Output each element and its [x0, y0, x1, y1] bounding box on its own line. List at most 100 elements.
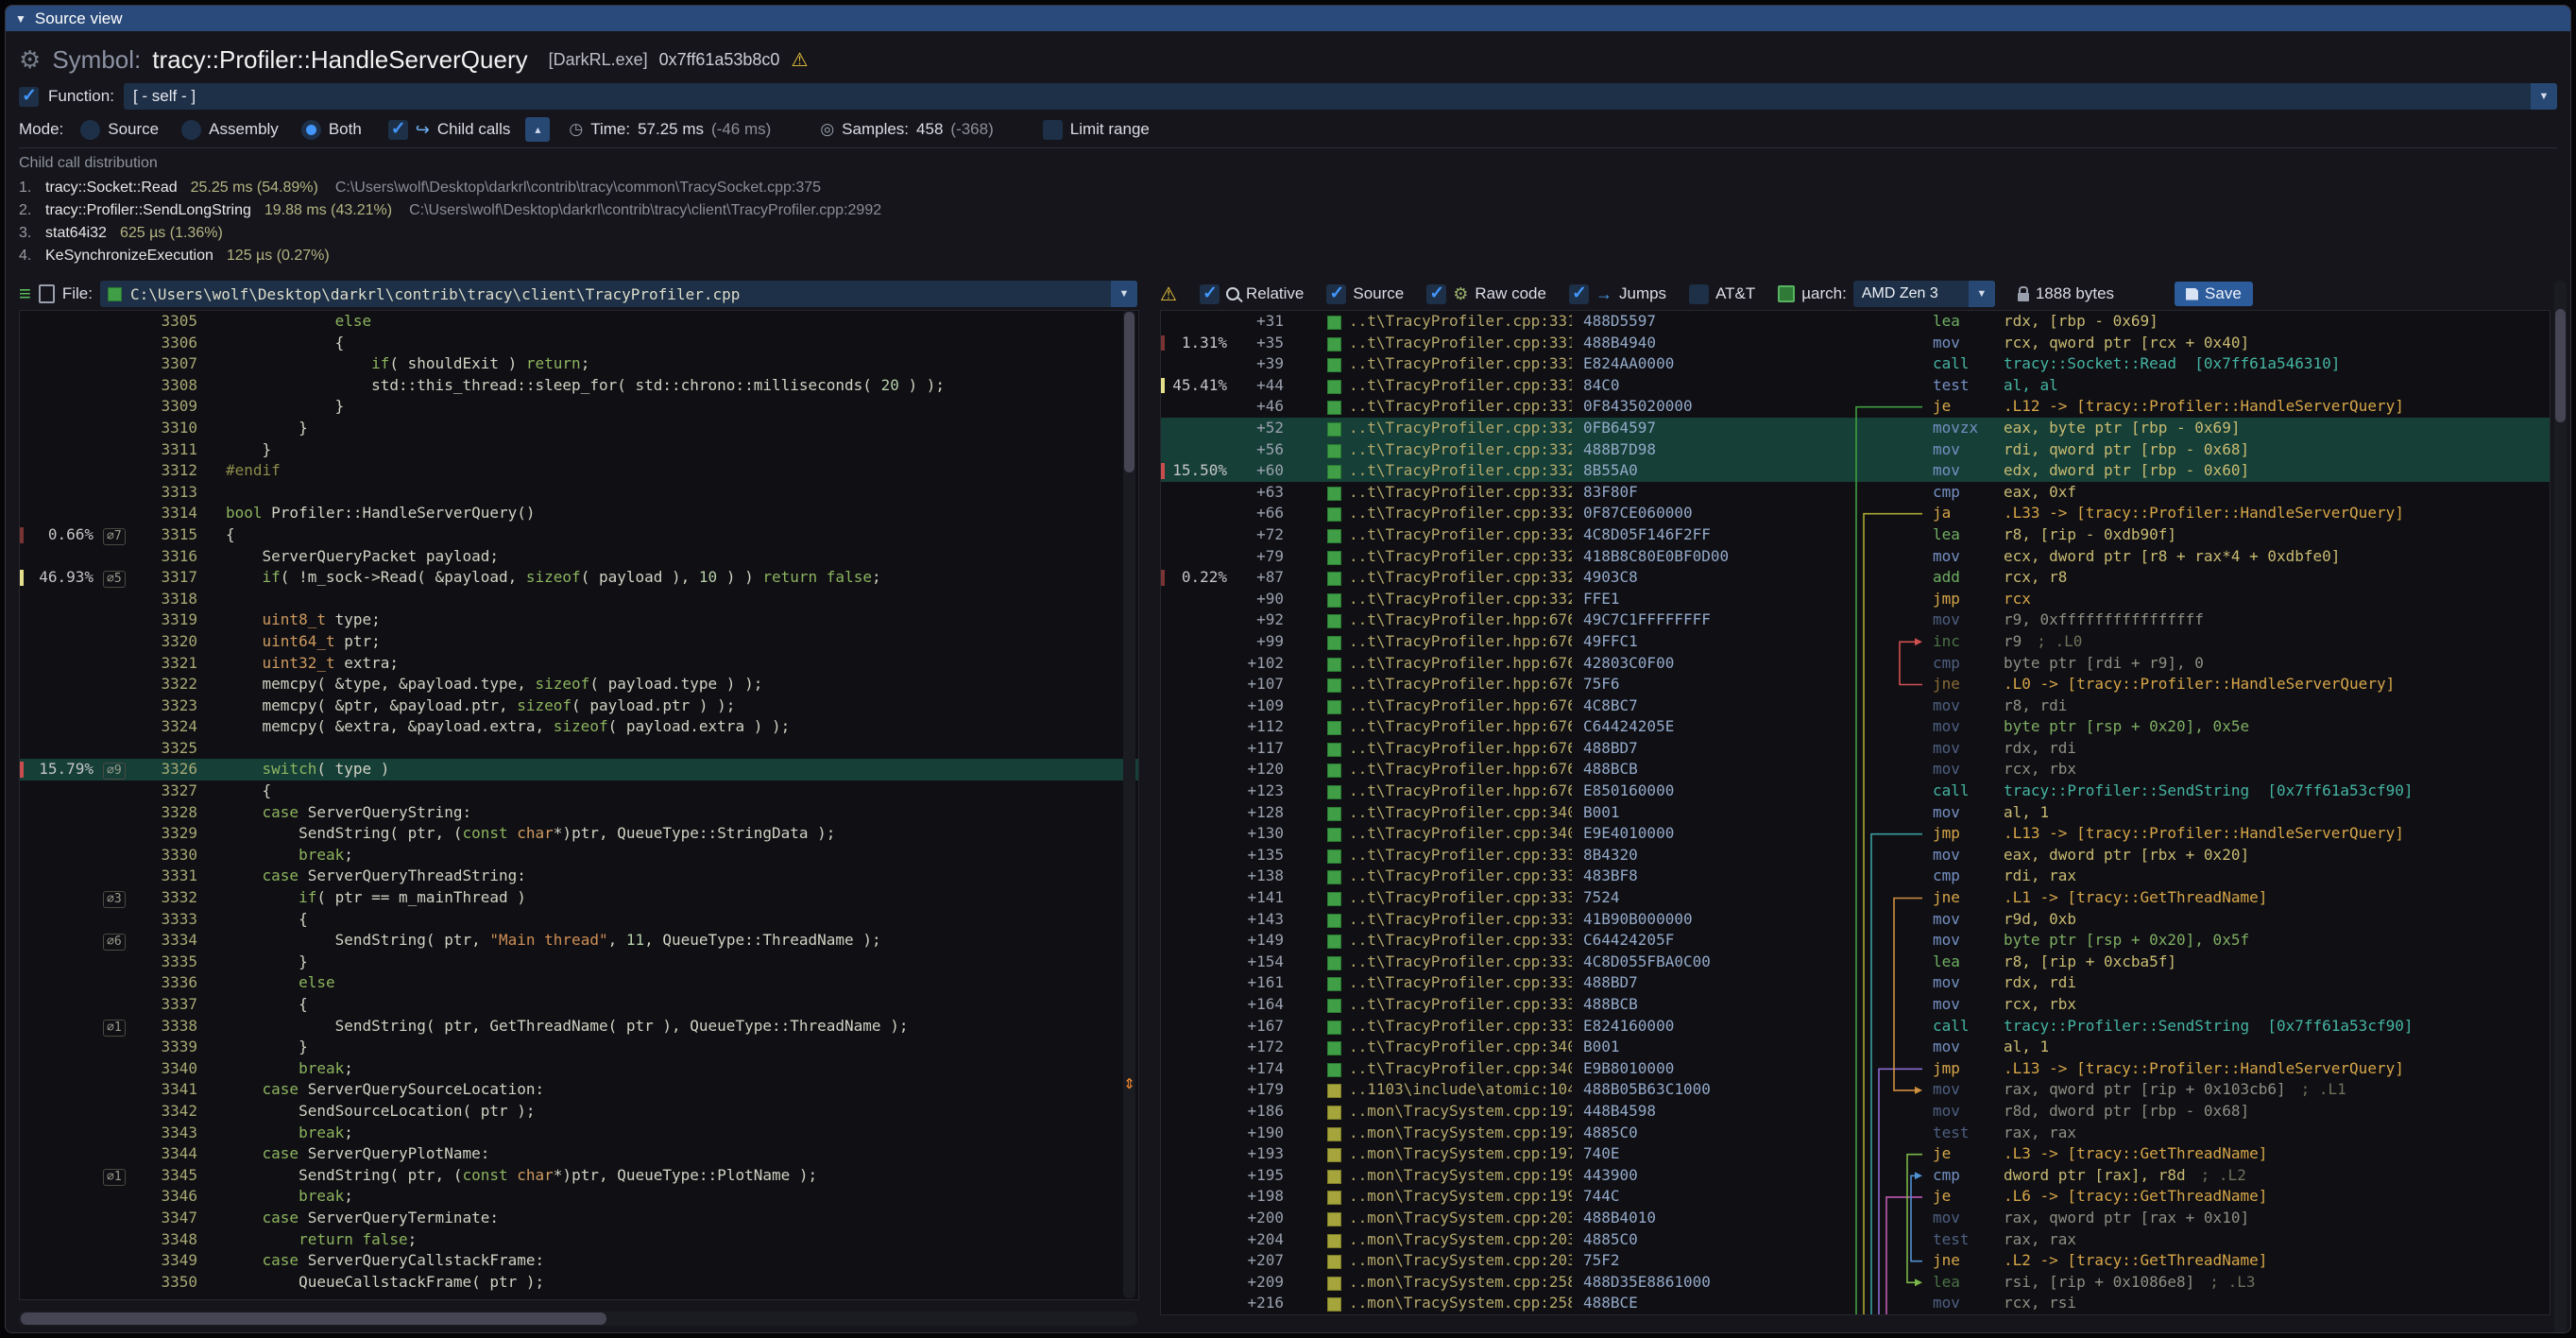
- window-titlebar[interactable]: ▼ Source view: [6, 6, 2570, 31]
- source-line-row[interactable]: 3314bool Profiler::HandleServerQuery(): [20, 503, 1138, 524]
- warning-icon: ⚠: [791, 48, 808, 72]
- asm-cost-percent: 0.22%: [1167, 567, 1227, 589]
- asm-mnemonic: lea: [1933, 1272, 2004, 1294]
- source-line-row[interactable]: 3329 SendString( ptr, (const char*)ptr, …: [20, 823, 1138, 845]
- file-combo[interactable]: C:\Users\wolf\Desktop\darkrl\contrib\tra…: [100, 281, 1137, 307]
- code-token: [226, 888, 299, 906]
- function-checkbox[interactable]: [19, 87, 39, 107]
- child-call-entry[interactable]: 1.tracy::Socket::Read25.25 ms (54.89%)C:…: [19, 177, 2557, 199]
- source-line-row[interactable]: 3309 }: [20, 396, 1138, 418]
- cost-bar: [1161, 335, 1165, 352]
- radio-both[interactable]: [301, 120, 321, 140]
- relative-checkbox[interactable]: [1200, 284, 1220, 304]
- asm-bytes: E9E4010000: [1583, 823, 1734, 845]
- chevron-down-icon[interactable]: ▼: [1111, 281, 1137, 307]
- source-vertical-scrollbar[interactable]: ⇕: [1123, 310, 1135, 1298]
- collapse-icon[interactable]: ▼: [15, 12, 26, 26]
- source-code-text: bool Profiler::HandleServerQuery(): [226, 503, 536, 524]
- source-line-row[interactable]: 3310 }: [20, 418, 1138, 439]
- scrollbar-thumb[interactable]: [2555, 309, 2566, 422]
- source-location-icon: [1327, 721, 1341, 735]
- source-line-row[interactable]: 3316 ServerQueryPacket payload;: [20, 546, 1138, 568]
- source-line-row[interactable]: 3337 {: [20, 994, 1138, 1016]
- att-checkbox[interactable]: [1689, 284, 1709, 304]
- source-line-row[interactable]: 3312#endif: [20, 460, 1138, 482]
- source-code-text: case ServerQueryPlotName:: [226, 1143, 489, 1165]
- child-call-entry[interactable]: 3.stat64i32625 µs (1.36%): [19, 222, 2557, 245]
- source-line-row[interactable]: 3342 SendSourceLocation( ptr );: [20, 1101, 1138, 1123]
- source-line-row[interactable]: 3330 break;: [20, 845, 1138, 866]
- source-line-row[interactable]: 3318: [20, 589, 1138, 610]
- source-line-row[interactable]: 3306 {: [20, 333, 1138, 354]
- source-line-row[interactable]: 3320 uint64_t ptr;: [20, 631, 1138, 653]
- source-line-row[interactable]: 15.79%⌀93326 switch( type ): [20, 759, 1138, 780]
- child-call-entry[interactable]: 2.tracy::Profiler::SendLongString19.88 m…: [19, 199, 2557, 222]
- asm-bytes: 49FFC1: [1583, 631, 1734, 653]
- line-ipc-cell: [103, 1272, 143, 1294]
- radio-assembly[interactable]: [181, 120, 201, 140]
- source-line-row[interactable]: 3307 if( shouldExit ) return;: [20, 353, 1138, 375]
- asm-offset: +216: [1227, 1293, 1284, 1314]
- source-line-row[interactable]: 3349 case ServerQueryCallstackFrame:: [20, 1250, 1138, 1272]
- function-combo[interactable]: [ - self - ] ▼: [124, 83, 2557, 110]
- limit-range-checkbox[interactable]: [1043, 120, 1063, 140]
- asm-source-location: ..t\TracyProfiler.hpp:676: [1349, 695, 1572, 717]
- source-line-row[interactable]: 3343 break;: [20, 1123, 1138, 1144]
- source-line-row[interactable]: ⌀33332 if( ptr == m_mainThread ): [20, 887, 1138, 909]
- source-line-row[interactable]: 3340 break;: [20, 1058, 1138, 1080]
- source-line-row[interactable]: 3328 case ServerQueryString:: [20, 802, 1138, 824]
- source-line-row[interactable]: 3321 uint32_t extra;: [20, 653, 1138, 675]
- child-call-entry[interactable]: 4.KeSynchronizeExecution125 µs (0.27%): [19, 245, 2557, 264]
- source-line-row[interactable]: 3327 {: [20, 780, 1138, 802]
- asm-cost-percent: [1167, 1293, 1227, 1314]
- asm-source-location: ..t\TracyProfiler.cpp:3326: [1349, 503, 1572, 524]
- source-line-row[interactable]: 3322 memcpy( &type, &payload.type, sizeo…: [20, 674, 1138, 695]
- source-line-row[interactable]: 3308 std::this_thread::sleep_for( std::c…: [20, 375, 1138, 397]
- source-line-row[interactable]: 3336 else: [20, 972, 1138, 994]
- scrollbar-thumb[interactable]: [1124, 312, 1134, 472]
- scrollbar-thumb[interactable]: [21, 1312, 606, 1325]
- chevron-down-icon[interactable]: ▼: [1969, 281, 1995, 307]
- source-line-row[interactable]: 3323 memcpy( &ptr, &payload.ptr, sizeof(…: [20, 695, 1138, 717]
- source-line-row[interactable]: 3339 }: [20, 1037, 1138, 1058]
- code-token: case: [263, 1209, 299, 1226]
- source-line-row[interactable]: ⌀13338 SendString( ptr, GetThreadName( p…: [20, 1016, 1138, 1038]
- source-line-row[interactable]: 3350 QueueCallstackFrame( ptr );: [20, 1272, 1138, 1294]
- source-line-row[interactable]: 46.93%⌀53317 if( !m_sock->Read( &payload…: [20, 567, 1138, 589]
- source-line-row[interactable]: ⌀63334 SendString( ptr, "Main thread", 1…: [20, 930, 1138, 952]
- radio-source[interactable]: [80, 120, 100, 140]
- source-line-row[interactable]: 3331 case ServerQueryThreadString:: [20, 866, 1138, 887]
- source-horizontal-scrollbar[interactable]: [19, 1312, 1137, 1326]
- source-line-row[interactable]: 3319 uint8_t type;: [20, 609, 1138, 631]
- asm-operands: rcx: [2004, 589, 2031, 610]
- source-line-row[interactable]: 3346 break;: [20, 1186, 1138, 1208]
- source-line-row[interactable]: 3341 case ServerQuerySourceLocation:: [20, 1079, 1138, 1101]
- up-arrow-button[interactable]: ▴: [525, 117, 550, 142]
- line-cost-percent: [26, 1272, 94, 1294]
- line-ipc-cell: [103, 353, 143, 375]
- source-line-row[interactable]: 3348 return false;: [20, 1229, 1138, 1251]
- source-line-row[interactable]: 3311 }: [20, 439, 1138, 461]
- save-button[interactable]: Save: [2175, 282, 2253, 306]
- source-line-row[interactable]: 3324 memcpy( &extra, &payload.extra, siz…: [20, 716, 1138, 738]
- source-line-row[interactable]: 3313: [20, 482, 1138, 504]
- source-checkbox[interactable]: [1326, 284, 1346, 304]
- source-line-row[interactable]: 3344 case ServerQueryPlotName:: [20, 1143, 1138, 1165]
- source-line-row[interactable]: 3333 {: [20, 909, 1138, 931]
- source-line-row[interactable]: 3335 }: [20, 952, 1138, 973]
- asm-mnemonic: jmp: [1933, 589, 2004, 610]
- uarch-combo[interactable]: AMD Zen 3 ▼: [1853, 281, 1995, 307]
- code-token: memcpy( &type, &payload.type,: [226, 675, 536, 693]
- source-line-row[interactable]: 0.66%⌀73315{: [20, 524, 1138, 546]
- source-line-row[interactable]: ⌀13345 SendString( ptr, (const char*)ptr…: [20, 1165, 1138, 1187]
- chevron-down-icon[interactable]: ▼: [2531, 83, 2557, 110]
- source-line-row[interactable]: 3325: [20, 738, 1138, 760]
- child-calls-checkbox[interactable]: [388, 120, 408, 140]
- assembly-vertical-scrollbar[interactable]: [2554, 281, 2567, 1333]
- asm-source-location: ..t\TracyProfiler.cpp:3326: [1349, 418, 1572, 439]
- source-line-row[interactable]: 3347 case ServerQueryTerminate:: [20, 1208, 1138, 1229]
- jumps-checkbox[interactable]: [1569, 284, 1589, 304]
- code-token: type;: [326, 610, 381, 628]
- raw-code-checkbox[interactable]: [1426, 284, 1446, 304]
- source-line-row[interactable]: 3305 else: [20, 311, 1138, 333]
